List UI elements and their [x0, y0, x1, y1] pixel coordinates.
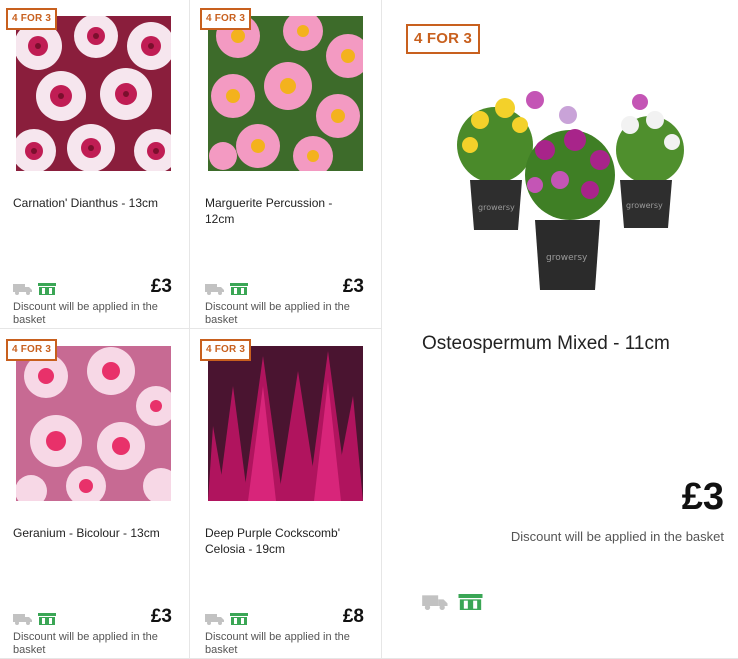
click-collect-basket-icon [230, 283, 248, 295]
click-collect-basket-icon [230, 613, 248, 625]
click-collect-basket-icon [38, 613, 56, 625]
product-card[interactable]: 4 FOR 3 Deep Purple Cockscomb' Celosia -… [190, 329, 382, 659]
product-price: £3 [150, 276, 172, 297]
featured-product-card[interactable]: 4 FOR 3 growersy growersy growersy Osteo… [382, 0, 738, 659]
discount-note: Discount will be applied in the basket [13, 301, 158, 326]
product-price: £3 [150, 606, 172, 627]
product-image[interactable] [16, 16, 171, 171]
discount-note: Discount will be applied in the basket [205, 301, 350, 326]
product-image[interactable]: growersy growersy growersy [450, 80, 695, 295]
pot-brand-text: growersy [478, 203, 515, 212]
offer-badge: 4 FOR 3 [200, 8, 252, 30]
product-title[interactable]: Geranium - Bicolour - 13cm [13, 525, 181, 541]
delivery-truck-icon [13, 284, 32, 295]
fulfilment-icons [205, 283, 248, 295]
product-price: £3 [681, 476, 724, 518]
product-title[interactable]: Marguerite Percussion - 12cm [205, 195, 365, 227]
product-image[interactable] [208, 346, 363, 501]
delivery-truck-icon [422, 595, 448, 610]
click-collect-basket-icon [38, 283, 56, 295]
osteospermum-potted-plants-image: growersy growersy growersy [450, 80, 695, 295]
product-card[interactable]: 4 FOR 3 Geranium - Bicolour - 13cm £3 Di [0, 329, 190, 659]
carnation-flowers-image [16, 16, 171, 171]
fulfilment-icons [13, 613, 56, 625]
discount-note: Discount will be applied in the basket [510, 529, 724, 544]
product-grid: 4 FOR 3 Carnation' Dianthus - 13cm £3 Di… [0, 0, 738, 659]
discount-note: Discount will be applied in the basket [205, 631, 350, 656]
product-card[interactable]: 4 FOR 3 Marguerite Percussion - 12cm £3 … [190, 0, 382, 329]
pot-brand-text: growersy [546, 253, 588, 263]
product-card[interactable]: 4 FOR 3 Carnation' Dianthus - 13cm £3 Di… [0, 0, 190, 329]
product-title[interactable]: Carnation' Dianthus - 13cm [13, 195, 181, 211]
delivery-truck-icon [205, 614, 224, 625]
geranium-flowers-image [16, 346, 171, 501]
delivery-truck-icon [13, 614, 32, 625]
product-price: £3 [342, 276, 364, 297]
pot-brand-text: growersy [626, 201, 663, 210]
celosia-flowers-image [208, 346, 363, 501]
offer-badge: 4 FOR 3 [6, 339, 58, 361]
marguerite-flowers-image [208, 16, 363, 171]
delivery-truck-icon [205, 284, 224, 295]
click-collect-basket-icon [458, 594, 483, 610]
product-title[interactable]: Deep Purple Cockscomb' Celosia - 19cm [205, 525, 365, 557]
fulfilment-icons [13, 283, 56, 295]
fulfilment-icons [422, 594, 483, 610]
fulfilment-icons [205, 613, 248, 625]
product-title[interactable]: Osteospermum Mixed - 11cm [422, 332, 722, 356]
product-image[interactable] [208, 16, 363, 171]
offer-badge: 4 FOR 3 [406, 24, 481, 54]
product-price: £8 [342, 606, 364, 627]
product-image[interactable] [16, 346, 171, 501]
discount-note: Discount will be applied in the basket [13, 631, 158, 656]
offer-badge: 4 FOR 3 [200, 339, 252, 361]
offer-badge: 4 FOR 3 [6, 8, 58, 30]
